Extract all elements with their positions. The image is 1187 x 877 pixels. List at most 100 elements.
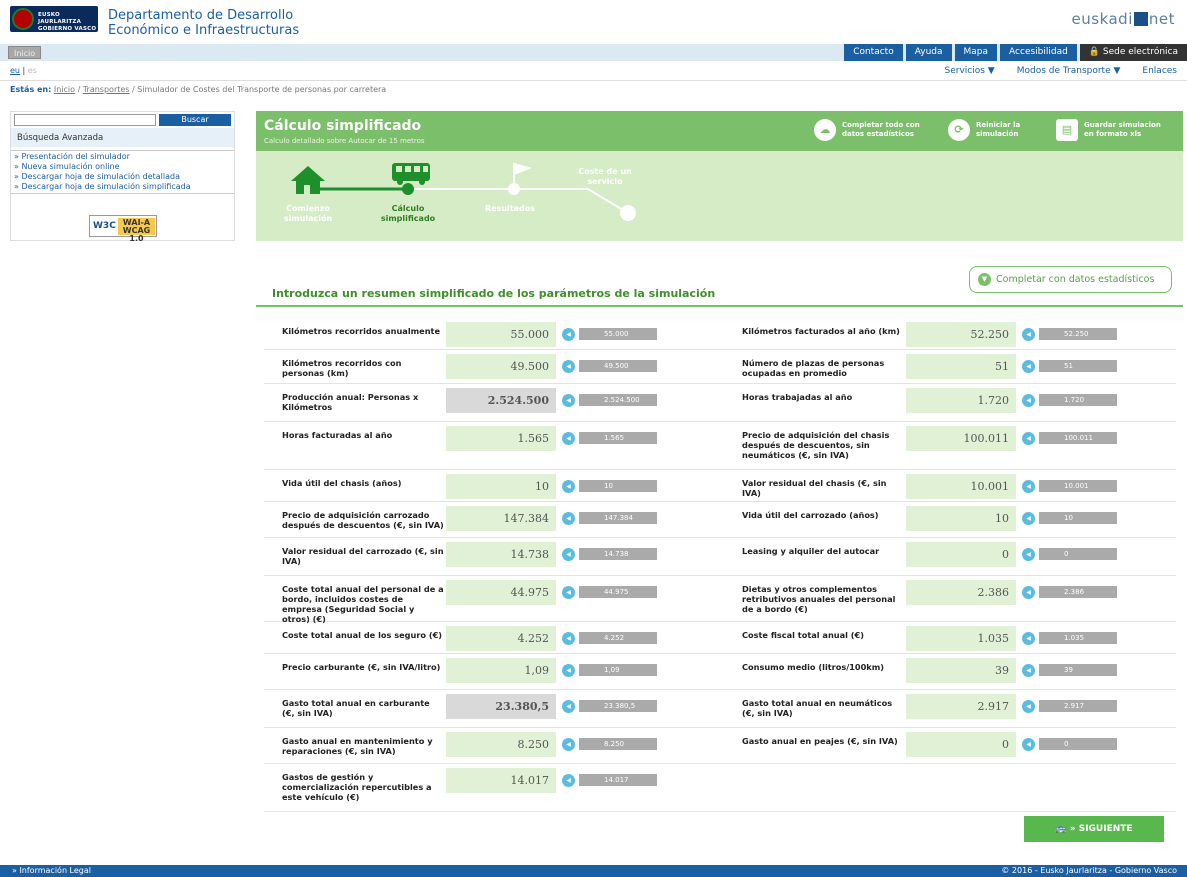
department-name[interactable]: Departamento de Desarrollo Económico e I… <box>108 8 299 38</box>
parameter-value-input[interactable]: 4.252 <box>446 626 556 651</box>
slider-handle-icon[interactable]: ◀ <box>562 360 575 373</box>
euskadi-net-logo[interactable]: euskadi net <box>1072 10 1175 28</box>
slider-handle-icon[interactable]: ◀ <box>1022 738 1035 751</box>
slider-handle-icon[interactable]: ◀ <box>1022 664 1035 677</box>
parameter-value-input[interactable]: 14.738 <box>446 542 556 567</box>
slider-track[interactable]: 0 <box>1039 738 1117 750</box>
slider-handle-icon[interactable]: ◀ <box>1022 586 1035 599</box>
step-comienzo[interactable]: Comienzo simulación <box>278 204 338 224</box>
slider-handle-icon[interactable]: ◀ <box>562 632 575 645</box>
inicio-button[interactable]: Inicio <box>8 46 42 59</box>
mapa-button[interactable]: Mapa <box>954 44 998 61</box>
accesibilidad-button[interactable]: Accesibilidad <box>1000 44 1077 61</box>
lang-es-link[interactable]: es <box>28 66 37 75</box>
slider-track[interactable]: 49.500 <box>579 360 657 372</box>
slider-handle-icon[interactable]: ◀ <box>1022 700 1035 713</box>
slider-track[interactable]: 0 <box>1039 548 1117 560</box>
parameter-value-input[interactable]: 39 <box>906 658 1016 683</box>
slider-track[interactable]: 44.975 <box>579 586 657 598</box>
next-button[interactable]: 🚌 » SIGUIENTE <box>1024 816 1164 842</box>
slider-track[interactable]: 39 <box>1039 664 1117 676</box>
parameter-value-input[interactable]: 10 <box>446 474 556 499</box>
menu-enlaces[interactable]: Enlaces <box>1142 66 1177 76</box>
slider-track[interactable]: 2.524.500 <box>579 394 657 406</box>
slider-handle-icon[interactable]: ◀ <box>1022 632 1035 645</box>
slider-track[interactable]: 1.720 <box>1039 394 1117 406</box>
parameter-value-input[interactable]: 2.917 <box>906 694 1016 719</box>
slider-track[interactable]: 1,09 <box>579 664 657 676</box>
slider-handle-icon[interactable]: ◀ <box>1022 360 1035 373</box>
search-button[interactable]: Buscar <box>159 114 231 126</box>
slider-handle-icon[interactable]: ◀ <box>1022 512 1035 525</box>
parameter-value-input[interactable]: 2.386 <box>906 580 1016 605</box>
parameter-value-input[interactable]: 44.975 <box>446 580 556 605</box>
slider-track[interactable]: 23.380,5 <box>579 700 657 712</box>
sidebar-link-presentacion[interactable]: » Presentación del simulador <box>14 152 231 162</box>
complete-stats-button[interactable]: ▼ Completar con datos estadísticos <box>969 266 1172 293</box>
slider-track[interactable]: 10.001 <box>1039 480 1117 492</box>
slider-handle-icon[interactable]: ◀ <box>1022 432 1035 445</box>
slider-handle-icon[interactable]: ◀ <box>1022 480 1035 493</box>
save-xls-action[interactable]: ▤ Guardar simulacion en formato xls <box>1056 119 1161 141</box>
sidebar-link-simplificada[interactable]: » Descargar hoja de simulación simplific… <box>14 182 231 192</box>
slider-handle-icon[interactable]: ◀ <box>562 586 575 599</box>
slider-track[interactable]: 8.250 <box>579 738 657 750</box>
parameter-value-input[interactable]: 10.001 <box>906 474 1016 499</box>
lang-eu-link[interactable]: eu <box>10 66 20 75</box>
slider-handle-icon[interactable]: ◀ <box>1022 394 1035 407</box>
breadcrumb-transportes[interactable]: Transportes <box>83 85 130 94</box>
parameter-value-input[interactable]: 1.565 <box>446 426 556 451</box>
search-input[interactable] <box>14 114 156 126</box>
slider-track[interactable]: 52.250 <box>1039 328 1117 340</box>
sidebar-link-detallada[interactable]: » Descargar hoja de simulación detallada <box>14 172 231 182</box>
parameter-value-input[interactable]: 0 <box>906 542 1016 567</box>
slider-track[interactable]: 55.000 <box>579 328 657 340</box>
parameter-value-input[interactable]: 49.500 <box>446 354 556 379</box>
step-calculo[interactable]: Cálculo simplificado <box>378 204 438 224</box>
slider-handle-icon[interactable]: ◀ <box>562 664 575 677</box>
complete-all-action[interactable]: ☁ Completar todo con datos estadísticos <box>814 119 920 141</box>
slider-handle-icon[interactable]: ◀ <box>562 738 575 751</box>
parameter-value-input[interactable]: 147.384 <box>446 506 556 531</box>
parameter-value-input[interactable]: 51 <box>906 354 1016 379</box>
slider-track[interactable]: 1.565 <box>579 432 657 444</box>
step-coste[interactable]: Coste de un servicio <box>572 167 638 187</box>
parameter-value-input[interactable]: 14.017 <box>446 768 556 793</box>
slider-track[interactable]: 100.011 <box>1039 432 1117 444</box>
parameter-value-input[interactable]: 52.250 <box>906 322 1016 347</box>
contacto-button[interactable]: Contacto <box>844 44 903 61</box>
slider-track[interactable]: 2.917 <box>1039 700 1117 712</box>
reset-simulation-action[interactable]: ⟳ Reiniciar la simulación <box>948 119 1020 141</box>
slider-track[interactable]: 4.252 <box>579 632 657 644</box>
parameter-value-input[interactable]: 1.720 <box>906 388 1016 413</box>
slider-handle-icon[interactable]: ◀ <box>562 480 575 493</box>
menu-servicios[interactable]: Servicios ▼ <box>945 66 995 76</box>
slider-track[interactable]: 51 <box>1039 360 1117 372</box>
menu-modos-transporte[interactable]: Modos de Transporte ▼ <box>1017 66 1121 76</box>
slider-track[interactable]: 10 <box>579 480 657 492</box>
slider-track[interactable]: 14.738 <box>579 548 657 560</box>
slider-handle-icon[interactable]: ◀ <box>562 432 575 445</box>
breadcrumb-inicio[interactable]: Inicio <box>54 85 75 94</box>
slider-handle-icon[interactable]: ◀ <box>562 548 575 561</box>
parameter-value-input[interactable]: 1.035 <box>906 626 1016 651</box>
parameter-value-input[interactable]: 10 <box>906 506 1016 531</box>
wai-badge[interactable]: W3C WAI-A WCAG 1.0 <box>89 215 157 243</box>
slider-handle-icon[interactable]: ◀ <box>562 512 575 525</box>
slider-handle-icon[interactable]: ◀ <box>1022 548 1035 561</box>
government-logo[interactable]: EUSKO JAURLARITZA GOBIERNO VASCO <box>10 6 98 32</box>
slider-handle-icon[interactable]: ◀ <box>562 328 575 341</box>
slider-track[interactable]: 1.035 <box>1039 632 1117 644</box>
parameter-value-input[interactable]: 0 <box>906 732 1016 757</box>
parameter-value-input[interactable]: 8.250 <box>446 732 556 757</box>
parameter-value-input[interactable]: 1,09 <box>446 658 556 683</box>
parameter-value-input[interactable]: 100.011 <box>906 426 1016 451</box>
slider-handle-icon[interactable]: ◀ <box>562 700 575 713</box>
sidebar-link-nueva[interactable]: » Nueva simulación online <box>14 162 231 172</box>
slider-track[interactable]: 2.386 <box>1039 586 1117 598</box>
sede-electronica-button[interactable]: 🔒 Sede electrónica <box>1079 44 1187 61</box>
slider-track[interactable]: 14.017 <box>579 774 657 786</box>
slider-handle-icon[interactable]: ◀ <box>562 774 575 787</box>
ayuda-button[interactable]: Ayuda <box>905 44 952 61</box>
slider-handle-icon[interactable]: ◀ <box>1022 328 1035 341</box>
